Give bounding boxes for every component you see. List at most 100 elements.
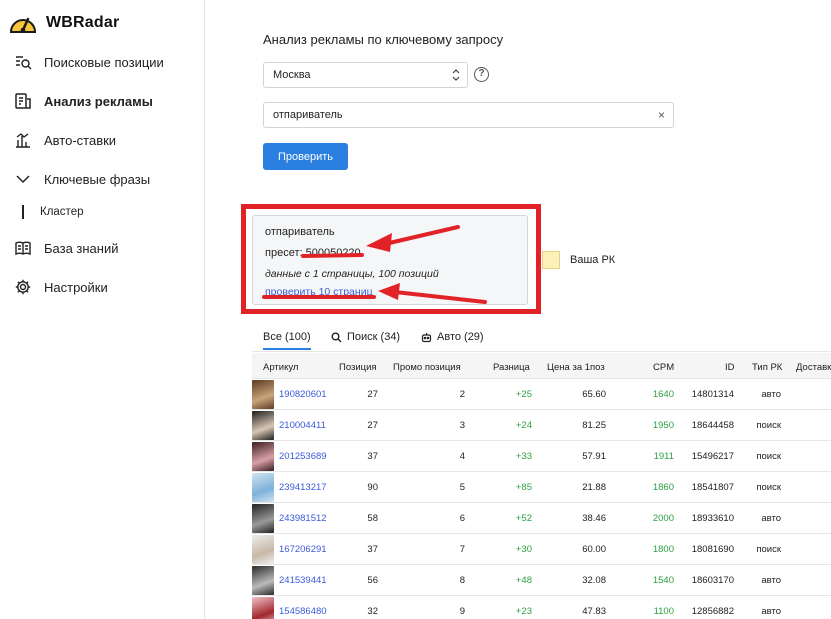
filter-tabs: Все (100) Поиск (34) Авто (29) xyxy=(252,326,831,352)
table-row[interactable]: 154586480329+2347.83110012856882авто2 xyxy=(252,596,831,619)
city-select-value: Москва xyxy=(273,69,311,81)
product-thumbnail[interactable] xyxy=(252,473,274,502)
page-title: Анализ рекламы по ключевому запросу xyxy=(263,32,504,47)
sidebar-subitem-cluster[interactable]: Кластер xyxy=(22,205,83,219)
legend-swatch xyxy=(542,251,560,269)
col-article[interactable]: Артикул xyxy=(263,362,298,373)
preset-value: 500050220 xyxy=(305,247,361,259)
sidebar-item-search-positions[interactable]: Поисковые позиции xyxy=(14,53,164,71)
cell-id: 15496217 xyxy=(691,451,734,462)
brand[interactable]: WBRadar xyxy=(8,10,119,36)
speedometer-logo-icon xyxy=(9,17,37,33)
table-row[interactable]: 190820601272+2565.60164014801314авто2 xyxy=(252,379,831,410)
ads-table: Артикул Позиция Промо позиция Разница Це… xyxy=(252,353,831,619)
product-thumbnail[interactable] xyxy=(252,442,274,471)
product-thumbnail[interactable] xyxy=(252,380,274,409)
cell-type: поиск xyxy=(756,544,781,555)
cell-price: 57.91 xyxy=(582,451,606,462)
sidebar-item-keywords[interactable]: Ключевые фразы xyxy=(14,170,150,188)
cell-diff: +30 xyxy=(515,544,532,555)
cell-diff: +24 xyxy=(515,420,532,431)
tab-all[interactable]: Все (100) xyxy=(263,331,311,350)
preset-line: пресет: 500050220 xyxy=(265,247,361,259)
cell-promo: 6 xyxy=(459,513,465,524)
col-cpm[interactable]: CPM xyxy=(653,362,674,373)
sidebar-item-settings[interactable]: Настройки xyxy=(14,278,108,296)
tab-auto[interactable]: Авто (29) xyxy=(421,331,484,343)
cell-cpm: 1911 xyxy=(653,451,674,462)
cell-price: 60.00 xyxy=(582,544,606,555)
sidebar-item-label: Авто-ставки xyxy=(44,132,117,148)
col-type[interactable]: Тип РК xyxy=(752,362,782,373)
cell-diff: +52 xyxy=(515,513,532,524)
article-link[interactable]: 243981512 xyxy=(279,513,327,524)
article-link[interactable]: 167206291 xyxy=(279,544,327,555)
table-row[interactable]: 210004411273+2481.25195018644458поиск2 xyxy=(252,410,831,441)
table-body: 190820601272+2565.60164014801314авто2 210… xyxy=(252,379,831,619)
tab-label: Авто (29) xyxy=(437,331,484,343)
article-link[interactable]: 210004411 xyxy=(279,420,326,431)
cell-cpm: 2000 xyxy=(652,513,674,524)
tab-search[interactable]: Поиск (34) xyxy=(331,331,400,343)
sidebar-item-knowledge-base[interactable]: База знаний xyxy=(14,239,119,257)
table-row[interactable]: 243981512586+5238.46200018933610авто2 xyxy=(252,503,831,534)
query-input[interactable]: отпариватель × xyxy=(263,102,674,128)
search-list-icon xyxy=(16,56,32,70)
sidebar-item-auto-bids[interactable]: Авто-ставки xyxy=(14,131,116,149)
col-id[interactable]: ID xyxy=(725,362,735,373)
cell-price: 81.25 xyxy=(582,420,606,431)
cell-price: 21.88 xyxy=(582,482,606,493)
article-link[interactable]: 241539441 xyxy=(279,575,327,586)
product-thumbnail[interactable] xyxy=(252,504,274,533)
product-thumbnail[interactable] xyxy=(252,535,274,564)
product-thumbnail[interactable] xyxy=(252,597,274,619)
sidebar-item-label: Поисковые позиции xyxy=(44,54,164,70)
product-thumbnail[interactable] xyxy=(252,411,274,440)
article-link[interactable]: 201253689 xyxy=(279,451,327,462)
table-row[interactable]: 167206291377+3060.00180018081690поиск2 xyxy=(252,534,831,565)
cell-position: 90 xyxy=(367,482,378,493)
cell-id: 18541807 xyxy=(691,482,734,493)
cell-diff: +25 xyxy=(515,389,532,400)
col-diff[interactable]: Разница xyxy=(493,362,530,373)
result-info-card: отпариватель пресет: 500050220 данные с … xyxy=(252,215,528,305)
cell-cpm: 1800 xyxy=(652,544,674,555)
clear-icon[interactable]: × xyxy=(658,108,665,122)
sidebar-item-ad-analysis[interactable]: Анализ рекламы xyxy=(14,92,153,110)
cell-id: 18081690 xyxy=(691,544,734,555)
table-row[interactable]: 201253689374+3357.91191115496217поиск2 xyxy=(252,441,831,472)
chart-bars-icon xyxy=(16,133,30,148)
search-icon xyxy=(331,332,342,342)
cell-type: поиск xyxy=(756,420,781,431)
col-promo-position[interactable]: Промо позиция xyxy=(393,362,461,373)
tab-label: Поиск (34) xyxy=(347,331,401,343)
data-scope-note: данные с 1 страницы, 100 позиций xyxy=(265,268,439,280)
your-campaign-legend: Ваша РК xyxy=(542,251,615,269)
city-select[interactable]: Москва xyxy=(263,62,468,88)
cell-diff: +85 xyxy=(515,482,532,493)
product-thumbnail[interactable] xyxy=(252,566,274,595)
cell-type: поиск xyxy=(756,482,781,493)
check-10-pages-link[interactable]: проверить 10 страниц xyxy=(265,286,373,298)
article-link[interactable]: 239413217 xyxy=(279,482,327,493)
sidebar-item-label: Анализ рекламы xyxy=(44,93,153,109)
help-icon[interactable]: ? xyxy=(474,67,489,82)
article-link[interactable]: 190820601 xyxy=(279,389,327,400)
table-row[interactable]: 241539441568+4832.08154018603170авто2 xyxy=(252,565,831,596)
table-row[interactable]: 239413217905+8521.88186018541807поиск2 xyxy=(252,472,831,503)
col-position[interactable]: Позиция xyxy=(339,362,377,373)
cell-type: авто xyxy=(761,606,781,617)
sidebar-item-label: Ключевые фразы xyxy=(44,171,151,187)
col-delivery[interactable]: Доставк xyxy=(796,362,831,373)
cell-promo: 9 xyxy=(459,606,465,617)
sidebar-subitem-label: Кластер xyxy=(40,206,84,218)
cell-cpm: 1640 xyxy=(652,389,674,400)
article-link[interactable]: 154586480 xyxy=(279,606,327,617)
cell-promo: 3 xyxy=(459,420,465,431)
chevron-down-icon xyxy=(16,175,30,184)
cell-position: 27 xyxy=(367,420,378,431)
robot-icon xyxy=(421,332,432,342)
check-button[interactable]: Проверить xyxy=(263,143,348,170)
col-price[interactable]: Цена за 1поз xyxy=(547,362,605,373)
cell-type: авто xyxy=(761,389,781,400)
